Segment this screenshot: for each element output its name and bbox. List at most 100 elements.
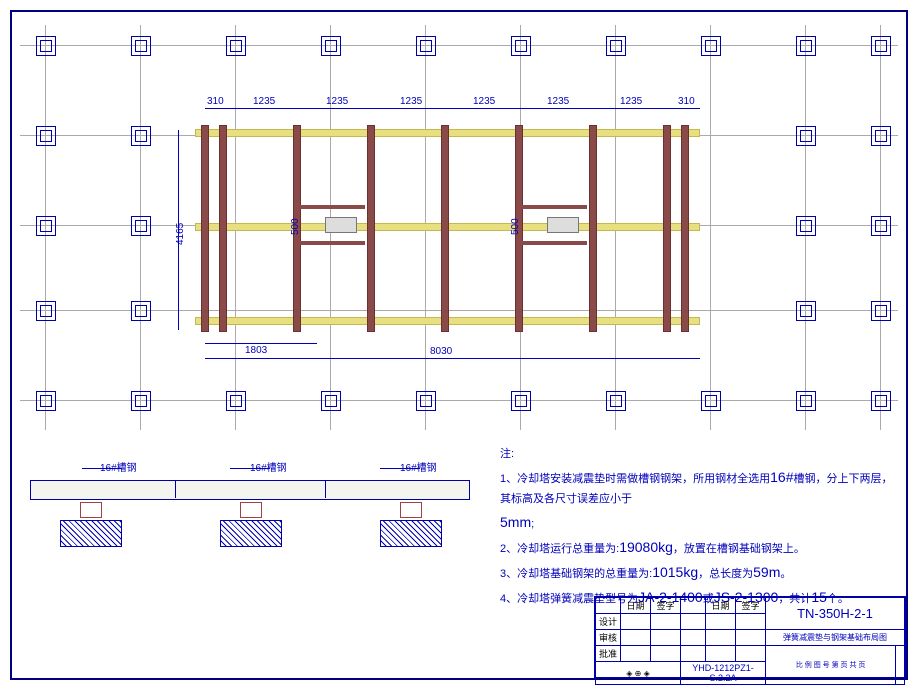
column-marker xyxy=(416,391,436,411)
column-marker xyxy=(701,36,721,56)
damper-box xyxy=(80,502,102,518)
column-marker xyxy=(36,126,56,146)
beam-v xyxy=(367,125,375,332)
notes-head: 注: xyxy=(500,445,898,465)
note-3: 3、冷却塔基础钢架的总重量为:1015kg，总长度为59m。 xyxy=(500,560,898,585)
beam-v xyxy=(201,125,209,332)
column-marker xyxy=(606,36,626,56)
isolator xyxy=(390,500,430,520)
column-marker xyxy=(511,391,531,411)
isolator xyxy=(230,500,270,520)
note-text: ，总长度为 xyxy=(698,568,753,580)
column-marker xyxy=(131,216,151,236)
grid-h xyxy=(20,45,898,46)
tb-col: 签字 xyxy=(736,598,766,614)
column-marker xyxy=(36,216,56,236)
tb-row: 设计 xyxy=(596,614,621,630)
equipment-pad xyxy=(547,217,579,233)
column-marker xyxy=(226,391,246,411)
column-marker xyxy=(321,391,341,411)
tb-col: 签字 xyxy=(651,598,681,614)
dim-text: 500 xyxy=(510,218,521,235)
dim-text: 1235 xyxy=(547,96,569,107)
connector xyxy=(517,241,587,245)
column-marker xyxy=(871,216,891,236)
note-text: ; xyxy=(531,518,534,530)
title-block: 日期签字日期签字 TN-350H-2-1 设计 审核 弹簧减震垫与钢架基础布局图… xyxy=(594,596,906,678)
tb-col: 日期 xyxy=(706,598,736,614)
equipment-pad xyxy=(325,217,357,233)
column-marker xyxy=(796,391,816,411)
column-marker xyxy=(416,36,436,56)
note-text: 3、冷却塔基础钢架的总重量为: xyxy=(500,568,652,580)
note-text: 1、冷却塔安装减震垫时需做槽钢钢架，所用钢材全选用 xyxy=(500,473,770,485)
note-1: 1、冷却塔安装减震垫时需做槽钢钢架，所用钢材全选用16#槽钢，分上下两层，其标高… xyxy=(500,465,898,535)
dim-line xyxy=(205,358,700,359)
note-value: 1015kg xyxy=(652,564,698,580)
column-marker xyxy=(796,301,816,321)
grid-v xyxy=(710,25,711,430)
tb-row: 批准 xyxy=(596,646,621,662)
note-text: 。 xyxy=(780,568,791,580)
notes-block: 注: 1、冷却塔安装减震垫时需做槽钢钢架，所用钢材全选用16#槽钢，分上下两层，… xyxy=(500,445,898,611)
dim-text: 500 xyxy=(290,218,301,235)
column-marker xyxy=(131,36,151,56)
foundation xyxy=(220,520,282,547)
beam-v xyxy=(663,125,671,332)
dim-text: 1235 xyxy=(326,96,348,107)
plan-view xyxy=(195,125,700,330)
tb-col: 日期 xyxy=(621,598,651,614)
dim-text: 1235 xyxy=(400,96,422,107)
note-value: 5mm xyxy=(500,514,531,530)
tb-code: YHD-1212PZ1-S.2.2A xyxy=(681,662,766,685)
column-marker xyxy=(701,391,721,411)
slab-joint xyxy=(175,480,176,498)
beam-v xyxy=(219,125,227,332)
column-marker xyxy=(796,126,816,146)
dim-line xyxy=(205,108,700,109)
beam-v xyxy=(441,125,449,332)
dim-text: 8030 xyxy=(430,346,452,357)
dim-text: 1235 xyxy=(253,96,275,107)
connector xyxy=(295,205,365,209)
channel-label: 16#槽钢 xyxy=(400,459,437,474)
tb-model: TN-350H-2-1 xyxy=(766,598,905,630)
damper-box xyxy=(240,502,262,518)
isolator xyxy=(70,500,110,520)
channel-label: 16#槽钢 xyxy=(250,459,287,474)
section-view: 16#槽钢 16#槽钢 16#槽钢 xyxy=(30,465,470,575)
column-marker xyxy=(36,391,56,411)
column-marker xyxy=(131,301,151,321)
grid-h xyxy=(20,400,898,401)
section-slab xyxy=(30,480,470,500)
note-value: 59m xyxy=(753,564,780,580)
column-marker xyxy=(511,36,531,56)
beam-v xyxy=(589,125,597,332)
foundation xyxy=(380,520,442,547)
column-marker xyxy=(871,36,891,56)
dim-text: 4165 xyxy=(175,223,186,245)
beam-v xyxy=(681,125,689,332)
connector xyxy=(295,241,365,245)
column-marker xyxy=(131,126,151,146)
column-marker xyxy=(321,36,341,56)
dim-text: 1803 xyxy=(245,345,267,356)
slab-joint xyxy=(325,480,326,498)
note-text: 2、冷却塔运行总重量为: xyxy=(500,543,619,555)
connector xyxy=(517,205,587,209)
note-value: 16# xyxy=(770,469,793,485)
column-marker xyxy=(871,301,891,321)
column-marker xyxy=(796,216,816,236)
column-marker xyxy=(871,391,891,411)
dim-text: 310 xyxy=(207,96,224,107)
column-marker xyxy=(131,391,151,411)
note-text: ，放置在槽钢基础钢架上。 xyxy=(673,543,805,555)
column-marker xyxy=(36,36,56,56)
dim-line xyxy=(205,343,317,344)
tb-row: 审核 xyxy=(596,630,621,646)
column-marker xyxy=(606,391,626,411)
tb-meta: 比 例 图 号 第 页 共 页 xyxy=(766,646,896,685)
channel-label: 16#槽钢 xyxy=(100,459,137,474)
dim-text: 1235 xyxy=(473,96,495,107)
column-marker xyxy=(796,36,816,56)
